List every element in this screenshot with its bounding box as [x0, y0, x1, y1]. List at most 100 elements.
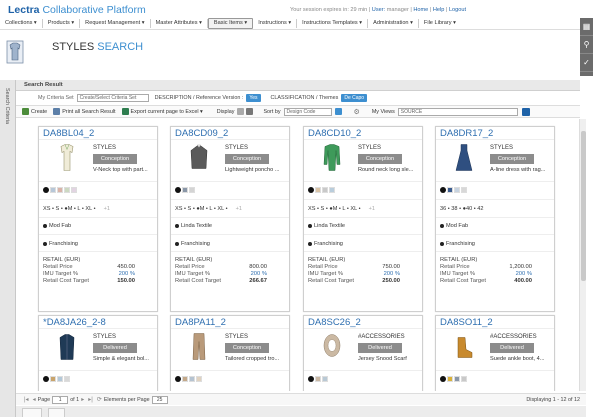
style-card[interactable]: DA8DR17_2 STYLES Conception A-line dress wi…: [435, 126, 555, 312]
check-icon[interactable]: ✓: [580, 54, 593, 72]
color-swatch[interactable]: [43, 376, 49, 382]
color-swatch[interactable]: [175, 376, 181, 382]
color-swatch[interactable]: [50, 376, 56, 382]
last-page-icon[interactable]: ▸|: [88, 396, 93, 403]
color-swatch[interactable]: [454, 187, 460, 193]
color-swatch[interactable]: [315, 187, 321, 193]
color-swatch[interactable]: [447, 376, 453, 382]
color-swatch[interactable]: [182, 187, 188, 193]
color-swatch[interactable]: [454, 376, 460, 382]
color-swatch[interactable]: [189, 376, 195, 382]
color-swatch[interactable]: [447, 187, 453, 193]
color-swatch[interactable]: [322, 376, 328, 382]
color-swatch[interactable]: [189, 187, 195, 193]
scrollbar-thumb[interactable]: [581, 131, 586, 281]
status-badge: Conception: [93, 154, 137, 164]
more-sizes[interactable]: +1: [236, 206, 242, 212]
criteria-set-select[interactable]: Create/Select Criteria Set: [76, 94, 149, 102]
style-code[interactable]: DA8DR17_2: [436, 127, 554, 140]
print-all-button[interactable]: Print all Search Result: [62, 109, 115, 115]
sort-direction-icon[interactable]: [334, 108, 342, 115]
style-code[interactable]: DA8CD09_2: [171, 127, 289, 140]
first-page-icon[interactable]: |◂: [24, 396, 29, 403]
menu-basic-items[interactable]: Basic Items ▾: [207, 17, 254, 29]
style-code[interactable]: DA8CD10_2: [304, 127, 422, 140]
style-code[interactable]: DA8SC26_2: [304, 316, 422, 329]
menu-products[interactable]: Products ▾: [43, 18, 81, 28]
settings-icon[interactable]: ⚙: [354, 108, 360, 116]
style-category: STYLES: [225, 334, 249, 340]
color-swatch[interactable]: [43, 187, 49, 193]
style-card[interactable]: DA8SC26_2 #ACCESSORIES Delivered Jersey Sno…: [303, 315, 423, 391]
my-views-select[interactable]: SOURCE: [397, 107, 518, 116]
per-page-select[interactable]: 25: [151, 395, 168, 404]
style-thumbnail[interactable]: [322, 142, 342, 173]
home-link[interactable]: Home: [413, 7, 428, 13]
style-code[interactable]: *DA8JA26_2-8: [39, 316, 157, 329]
bottom-tab[interactable]: [22, 408, 43, 417]
style-card[interactable]: *DA8JA26_2-8 STYLES Delivered Simple & eleg…: [38, 315, 158, 391]
menu-administration[interactable]: Administration ▾: [368, 18, 419, 28]
classification-value[interactable]: De Capo: [341, 94, 368, 102]
color-swatch[interactable]: [461, 376, 467, 382]
menu-collections[interactable]: Collections ▾: [0, 18, 43, 28]
style-thumbnail[interactable]: [454, 142, 474, 173]
menu-instructions-templates[interactable]: Instructions Templates ▾: [297, 18, 369, 28]
color-swatch[interactable]: [308, 187, 314, 193]
style-thumbnail[interactable]: [57, 142, 77, 173]
help-link[interactable]: Help: [433, 7, 445, 13]
color-swatch[interactable]: [64, 376, 70, 382]
style-thumbnail[interactable]: [454, 331, 474, 362]
style-card[interactable]: DA8BL04_2 STYLES Conception V-Neck top with…: [38, 126, 158, 312]
color-swatch[interactable]: [308, 376, 314, 382]
grid-icon[interactable]: ▦: [580, 18, 593, 36]
color-swatch[interactable]: [322, 187, 328, 193]
export-excel-button[interactable]: Export current page to Excel ▾: [131, 109, 203, 115]
prev-page-icon[interactable]: ◂: [33, 396, 36, 403]
next-page-icon[interactable]: ▸: [81, 396, 84, 403]
refresh-icon[interactable]: ⟳: [97, 396, 102, 403]
style-card[interactable]: DA8CD09_2 STYLES Conception Lightweight pon…: [170, 126, 290, 312]
more-sizes[interactable]: +1: [104, 206, 110, 212]
menu-instructions[interactable]: Instructions ▾: [253, 18, 298, 28]
create-button[interactable]: Create: [31, 109, 47, 115]
menu-master-attributes[interactable]: Master Attributes ▾: [151, 18, 208, 28]
style-code[interactable]: DA8BL04_2: [39, 127, 157, 140]
search-criteria-tab[interactable]: Search Criteria: [0, 80, 16, 417]
color-swatch[interactable]: [440, 376, 446, 382]
description-version-value[interactable]: Yes: [246, 94, 261, 102]
save-view-icon[interactable]: [521, 107, 530, 116]
more-sizes[interactable]: +1: [369, 206, 375, 212]
grid-view-icon[interactable]: [246, 108, 254, 115]
color-swatch[interactable]: [182, 376, 188, 382]
results-scrollbar[interactable]: [579, 119, 586, 391]
menu-file-library[interactable]: File Library ▾: [419, 19, 461, 28]
color-swatch[interactable]: [461, 187, 467, 193]
bottom-tab[interactable]: [48, 408, 66, 417]
page-input[interactable]: 1: [52, 395, 69, 404]
style-thumbnail[interactable]: [189, 142, 209, 173]
style-code[interactable]: DA8PA11_2: [171, 316, 289, 329]
style-card[interactable]: DA8SO11_2 #ACCESSORIES Delivered Suede ankl…: [435, 315, 555, 391]
color-swatch[interactable]: [57, 187, 63, 193]
list-view-icon[interactable]: [237, 108, 245, 115]
style-code[interactable]: DA8SO11_2: [436, 316, 554, 329]
color-swatch[interactable]: [440, 187, 446, 193]
style-thumbnail[interactable]: [322, 331, 342, 362]
style-card[interactable]: DA8PA11_2 STYLES Conception Tailored croppe…: [170, 315, 290, 391]
color-swatch[interactable]: [64, 187, 70, 193]
color-swatch[interactable]: [315, 376, 321, 382]
color-swatch[interactable]: [329, 187, 335, 193]
style-thumbnail[interactable]: [57, 331, 77, 362]
color-swatch[interactable]: [50, 187, 56, 193]
color-swatch[interactable]: [57, 376, 63, 382]
search-user-icon[interactable]: ⚲: [580, 36, 593, 54]
style-thumbnail[interactable]: [189, 331, 209, 362]
color-swatch[interactable]: [196, 376, 202, 382]
color-swatch[interactable]: [175, 187, 181, 193]
sort-select[interactable]: Design Code: [283, 107, 332, 116]
logout-link[interactable]: Logout: [449, 7, 466, 13]
menu-request-management[interactable]: Request Management ▾: [80, 18, 151, 28]
style-card[interactable]: DA8CD10_2 STYLES Conception Round neck long…: [303, 126, 423, 312]
color-swatch[interactable]: [71, 187, 77, 193]
